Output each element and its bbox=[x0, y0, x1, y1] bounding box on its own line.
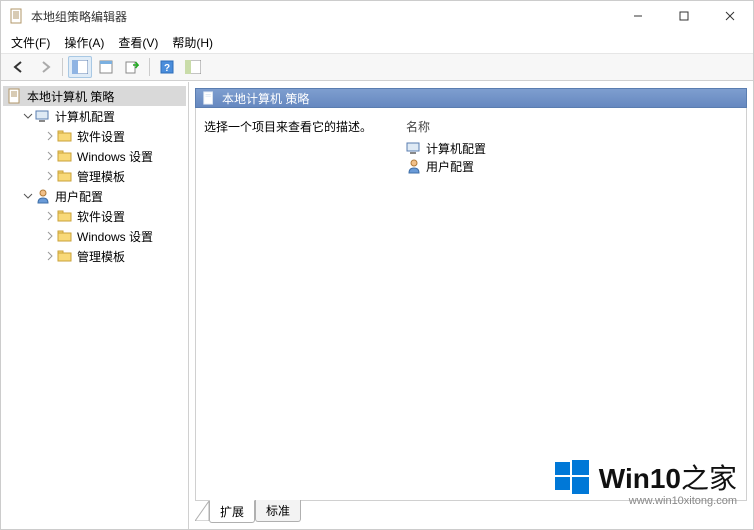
tree-user-windows-settings[interactable]: Windows 设置 bbox=[3, 226, 186, 246]
collapse-toggle[interactable] bbox=[21, 109, 35, 123]
svg-text:?: ? bbox=[164, 63, 170, 74]
expand-toggle[interactable] bbox=[43, 149, 57, 163]
tree-pane-icon bbox=[72, 60, 88, 74]
tree-label: 软件设置 bbox=[77, 128, 125, 145]
filter-icon bbox=[185, 60, 201, 74]
chevron-down-icon bbox=[23, 191, 33, 201]
tree-software-settings[interactable]: 软件设置 bbox=[3, 126, 186, 146]
title-bar: 本地组策略编辑器 bbox=[1, 1, 753, 31]
description-text: 选择一个项目来查看它的描述。 bbox=[204, 120, 372, 134]
menu-view[interactable]: 查看(V) bbox=[118, 34, 158, 51]
menu-bar: 文件(F) 操作(A) 查看(V) 帮助(H) bbox=[1, 31, 753, 53]
export-button[interactable] bbox=[120, 56, 144, 78]
tree-windows-settings[interactable]: Windows 设置 bbox=[3, 146, 186, 166]
main-area: 本地计算机 策略 计算机配置 软件设置 bbox=[1, 81, 753, 529]
chevron-right-icon bbox=[45, 231, 55, 241]
tree-user-software-settings[interactable]: 软件设置 bbox=[3, 206, 186, 226]
tab-extended[interactable]: 扩展 bbox=[209, 500, 255, 523]
maximize-icon bbox=[679, 11, 689, 21]
forward-icon bbox=[38, 60, 52, 74]
expand-toggle[interactable] bbox=[43, 249, 57, 263]
tree-admin-templates[interactable]: 管理模板 bbox=[3, 166, 186, 186]
content-pane: 本地计算机 策略 选择一个项目来查看它的描述。 名称 计算机配置 bbox=[189, 82, 753, 529]
help-button[interactable]: ? bbox=[155, 56, 179, 78]
tree-computer-config[interactable]: 计算机配置 bbox=[3, 106, 186, 126]
content-header: 本地计算机 策略 bbox=[195, 88, 747, 108]
expand-toggle[interactable] bbox=[43, 129, 57, 143]
tree-user-admin-templates[interactable]: 管理模板 bbox=[3, 246, 186, 266]
folder-icon bbox=[57, 148, 73, 164]
description-column: 选择一个项目来查看它的描述。 bbox=[196, 108, 396, 500]
properties-icon bbox=[99, 60, 113, 74]
minimize-icon bbox=[633, 11, 643, 21]
chevron-down-icon bbox=[23, 111, 33, 121]
tab-edge bbox=[195, 501, 209, 521]
content-body: 选择一个项目来查看它的描述。 名称 计算机配置 用户配置 bbox=[195, 108, 747, 501]
back-icon bbox=[12, 60, 26, 74]
tree-root[interactable]: 本地计算机 策略 bbox=[3, 86, 186, 106]
list-column: 名称 计算机配置 用户配置 bbox=[396, 108, 746, 500]
chevron-right-icon bbox=[45, 131, 55, 141]
user-icon bbox=[35, 188, 51, 204]
minimize-button[interactable] bbox=[615, 1, 661, 31]
collapse-toggle[interactable] bbox=[21, 189, 35, 203]
toolbar-separator bbox=[149, 58, 150, 76]
tree-label: Windows 设置 bbox=[77, 148, 153, 165]
tree-label: 管理模板 bbox=[77, 168, 125, 185]
show-tree-button[interactable] bbox=[68, 56, 92, 78]
tree-label: 用户配置 bbox=[55, 188, 103, 205]
filter-button[interactable] bbox=[181, 56, 205, 78]
list-item[interactable]: 用户配置 bbox=[404, 157, 738, 175]
content-header-label: 本地计算机 策略 bbox=[222, 90, 309, 107]
tree-label: Windows 设置 bbox=[77, 228, 153, 245]
list-item[interactable]: 计算机配置 bbox=[404, 139, 738, 157]
tree-label: 计算机配置 bbox=[55, 108, 115, 125]
expand-toggle[interactable] bbox=[43, 209, 57, 223]
chevron-right-icon bbox=[45, 211, 55, 221]
chevron-right-icon bbox=[45, 171, 55, 181]
forward-button[interactable] bbox=[33, 56, 57, 78]
chevron-right-icon bbox=[45, 251, 55, 261]
tree-pane[interactable]: 本地计算机 策略 计算机配置 软件设置 bbox=[1, 82, 189, 529]
close-icon bbox=[725, 11, 735, 21]
folder-icon bbox=[57, 208, 73, 224]
tree-root-label: 本地计算机 策略 bbox=[27, 88, 114, 105]
properties-button[interactable] bbox=[94, 56, 118, 78]
close-button[interactable] bbox=[707, 1, 753, 31]
user-icon bbox=[406, 158, 422, 174]
menu-file[interactable]: 文件(F) bbox=[11, 34, 50, 51]
computer-icon bbox=[406, 140, 422, 156]
toolbar-separator bbox=[62, 58, 63, 76]
list-item-label: 计算机配置 bbox=[426, 140, 486, 157]
folder-icon bbox=[57, 228, 73, 244]
chevron-right-icon bbox=[45, 151, 55, 161]
menu-help[interactable]: 帮助(H) bbox=[172, 34, 213, 51]
tab-standard[interactable]: 标准 bbox=[255, 500, 301, 522]
menu-action[interactable]: 操作(A) bbox=[64, 34, 104, 51]
folder-icon bbox=[57, 128, 73, 144]
folder-icon bbox=[57, 168, 73, 184]
column-header-name[interactable]: 名称 bbox=[404, 114, 738, 139]
maximize-button[interactable] bbox=[661, 1, 707, 31]
policy-icon bbox=[202, 91, 216, 105]
list-item-label: 用户配置 bbox=[426, 158, 474, 175]
window-title: 本地组策略编辑器 bbox=[31, 8, 127, 25]
back-button[interactable] bbox=[7, 56, 31, 78]
tree-user-config[interactable]: 用户配置 bbox=[3, 186, 186, 206]
expand-toggle[interactable] bbox=[43, 229, 57, 243]
computer-icon bbox=[35, 108, 51, 124]
tree-label: 管理模板 bbox=[77, 248, 125, 265]
app-icon bbox=[9, 8, 25, 24]
export-icon bbox=[125, 60, 139, 74]
policy-icon bbox=[7, 88, 23, 104]
expand-toggle[interactable] bbox=[43, 169, 57, 183]
help-icon: ? bbox=[160, 60, 174, 74]
tab-strip: 扩展 标准 bbox=[195, 501, 747, 523]
tree-label: 软件设置 bbox=[77, 208, 125, 225]
toolbar: ? bbox=[1, 53, 753, 81]
folder-icon bbox=[57, 248, 73, 264]
